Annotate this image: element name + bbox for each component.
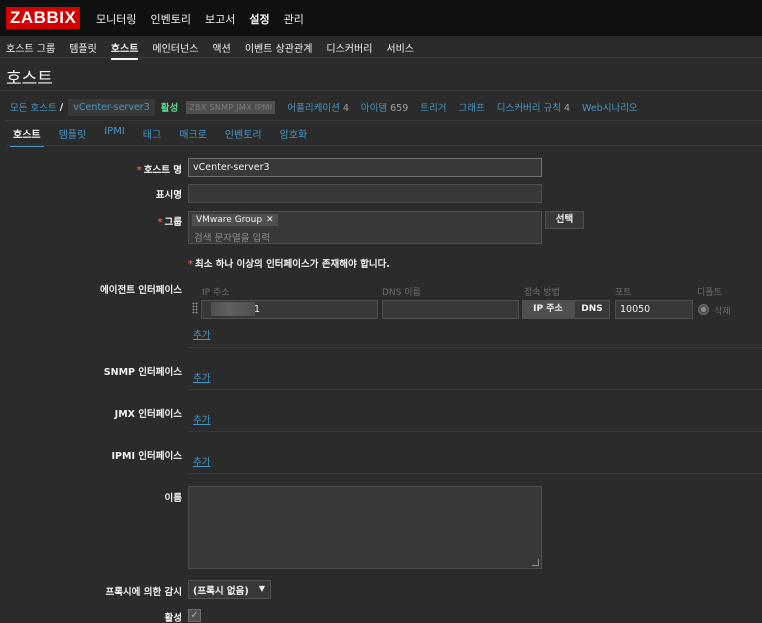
menu-inventory[interactable]: 인벤토리 [150, 11, 190, 27]
proxy-select-value: (프록시 없음) [193, 586, 249, 597]
add-agent-interface-link[interactable]: 추가 [193, 327, 210, 341]
jmx-interfaces-label: JMX 인터페이스 [114, 409, 182, 420]
breadcrumb-current-host[interactable]: vCenter-server3 [68, 98, 155, 116]
default-interface-radio[interactable] [698, 304, 709, 315]
submenu-services[interactable]: 서비스 [386, 40, 414, 60]
col-connect-header: 접속 방법 [524, 288, 560, 298]
group-chip-label: VMware Group [196, 215, 263, 225]
visible-name-label: 표시명 [155, 190, 182, 201]
hostname-label: * 호스트 명 [6, 162, 182, 176]
breadcrumb-all-hosts[interactable]: 모든 호스트 [10, 100, 57, 114]
description-textarea[interactable] [188, 486, 542, 569]
required-mark: * [157, 217, 163, 228]
groups-search-placeholder[interactable]: 검색 문자열을 입력 [194, 230, 270, 244]
col-port-header: 포트 [615, 288, 632, 298]
menu-monitoring[interactable]: 모니터링 [96, 11, 136, 27]
connect-ip-toggle[interactable]: IP 주소 [522, 300, 574, 319]
menu-reports[interactable]: 보고서 [205, 11, 235, 27]
nav-applications-count: 4 [342, 103, 349, 114]
submenu-event-correlation[interactable]: 이벤트 상관관계 [245, 40, 313, 60]
hostname-label-text: 호스트 명 [143, 165, 182, 176]
page-title: 호스트 [6, 69, 53, 89]
nav-triggers[interactable]: 트리거 [420, 100, 446, 114]
col-dns-header: DNS 이름 [382, 288, 421, 298]
snmp-interfaces-panel [188, 348, 762, 390]
tab-templates[interactable]: 템플릿 [56, 126, 90, 147]
zabbix-logo[interactable]: ZABBIX [6, 7, 81, 29]
enabled-label: 활성 [164, 613, 182, 623]
submenu-actions[interactable]: 액션 [212, 40, 230, 60]
visible-name-input[interactable] [188, 184, 542, 203]
submenu-hosts[interactable]: 호스트 [110, 40, 139, 60]
nav-items-count: 659 [390, 103, 409, 114]
select-groups-button[interactable]: 선택 [545, 211, 584, 229]
tab-host[interactable]: 호스트 [10, 126, 44, 147]
snmp-interfaces-label: SNMP 인터페이스 [103, 367, 182, 378]
breadcrumb-separator: / [59, 101, 64, 113]
availability-badges: ZBX SNMP JMX IPMI [186, 100, 276, 114]
col-ip-header: IP 주소 [202, 288, 230, 298]
proxy-select[interactable]: (프록시 없음) ▼ [188, 580, 271, 599]
agent-interfaces-label: 에이전트 인터페이스 [100, 285, 182, 296]
tab-underline [6, 145, 762, 146]
hostname-input[interactable]: vCenter-server3 [188, 158, 542, 177]
tab-macros[interactable]: 매크로 [176, 126, 210, 147]
interface-warning-text: 최소 하나 이상의 인터페이스가 존재해야 합니다. [194, 259, 390, 270]
submenu-templates[interactable]: 템플릿 [69, 40, 97, 60]
host-status-badge[interactable]: 활성 [161, 100, 178, 114]
tab-encryption[interactable]: 암호화 [277, 126, 311, 147]
sub-menu-bar: 호스트 그룹 템플릿 호스트 메인터넌스 액션 이벤트 상관관계 디스커버리 서… [0, 36, 762, 60]
submenu-discovery[interactable]: 디스커버리 [326, 40, 372, 60]
resize-handle-icon[interactable] [532, 559, 539, 566]
remove-group-icon[interactable]: ✕ [266, 215, 274, 225]
main-menu: 모니터링 인벤토리 보고서 설정 관리 [96, 11, 304, 27]
nav-discovery-rules-count: 4 [563, 103, 570, 114]
add-jmx-interface-link[interactable]: 추가 [193, 412, 210, 426]
add-ipmi-interface-link[interactable]: 추가 [193, 454, 210, 468]
host-navigation: 모든 호스트 / vCenter-server3 활성 ZBX SNMP JMX… [0, 96, 762, 118]
nav-items-label: 아이템 [360, 103, 388, 114]
tab-tags[interactable]: 태그 [140, 126, 164, 147]
groups-label: * 그룹 [6, 214, 182, 228]
required-mark: * [188, 259, 193, 270]
enabled-checkbox[interactable]: ✓ [188, 609, 201, 622]
top-navigation-bar: ZABBIX 모니터링 인벤토리 보고서 설정 관리 [0, 0, 762, 36]
group-chip: VMware Group ✕ [192, 214, 278, 226]
nav-web-scenarios[interactable]: Web시나리오 [582, 100, 638, 114]
proxy-label: 프록시에 의한 감시 [105, 587, 182, 598]
nav-items[interactable]: 아이템 659 [361, 100, 408, 114]
add-snmp-interface-link[interactable]: 추가 [193, 370, 210, 384]
tab-inventory[interactable]: 인벤토리 [222, 126, 265, 147]
delete-interface-link[interactable]: 삭제 [714, 304, 731, 317]
description-label: 이름 [164, 493, 182, 504]
ipmi-interfaces-label: IPMI 인터페이스 [111, 451, 183, 462]
col-default-header: 디폴트 [697, 288, 722, 298]
jmx-interfaces-panel [188, 390, 762, 432]
nav-discovery-rules-label: 디스커버리 규칙 [496, 103, 561, 114]
tab-ipmi[interactable]: IPMI [101, 126, 128, 147]
submenu-host-groups[interactable]: 호스트 그룹 [6, 40, 55, 60]
required-mark: * [136, 165, 142, 176]
connect-dns-toggle[interactable]: DNS [574, 300, 610, 319]
interface-warning: * 최소 하나 이상의 인터페이스가 존재해야 합니다. [188, 256, 390, 270]
agent-dns-input[interactable] [382, 300, 519, 319]
chevron-down-icon: ▼ [258, 584, 265, 593]
drag-handle-icon[interactable] [192, 302, 198, 314]
agent-port-input[interactable]: 10050 [615, 300, 693, 319]
ipmi-interfaces-panel [188, 432, 762, 474]
title-divider [0, 90, 762, 91]
menu-configuration[interactable]: 설정 [249, 11, 269, 27]
groups-multiselect[interactable]: VMware Group ✕ 검색 문자열을 입력 [188, 211, 542, 244]
nav-applications-label: 어플리케이션 [287, 103, 340, 114]
nav-graphs[interactable]: 그래프 [459, 100, 485, 114]
nav-discovery-rules[interactable]: 디스커버리 규칙 4 [497, 100, 570, 114]
form-tabs: 호스트 템플릿 IPMI 태그 매크로 인벤토리 암호화 [10, 126, 310, 147]
masked-ip-region [211, 302, 255, 316]
menu-administration[interactable]: 관리 [284, 11, 304, 27]
nav-applications[interactable]: 어플리케이션 4 [287, 100, 349, 114]
submenu-maintenance[interactable]: 메인터넌스 [152, 40, 198, 60]
groups-label-text: 그룹 [164, 217, 182, 228]
